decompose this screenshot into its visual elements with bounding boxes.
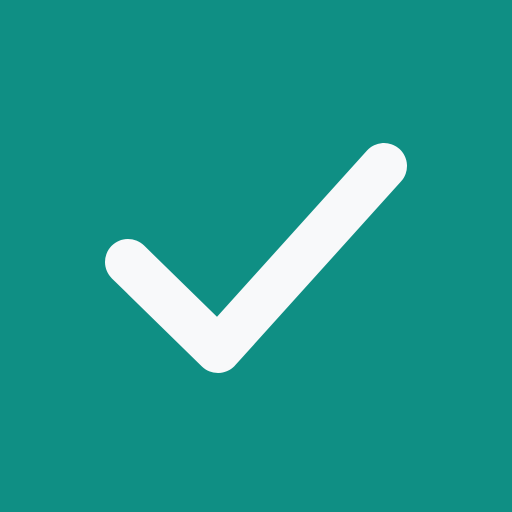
checkmark-stroke — [105, 143, 407, 373]
checkmark-icon — [105, 143, 407, 373]
app-icon-tile — [0, 0, 512, 512]
